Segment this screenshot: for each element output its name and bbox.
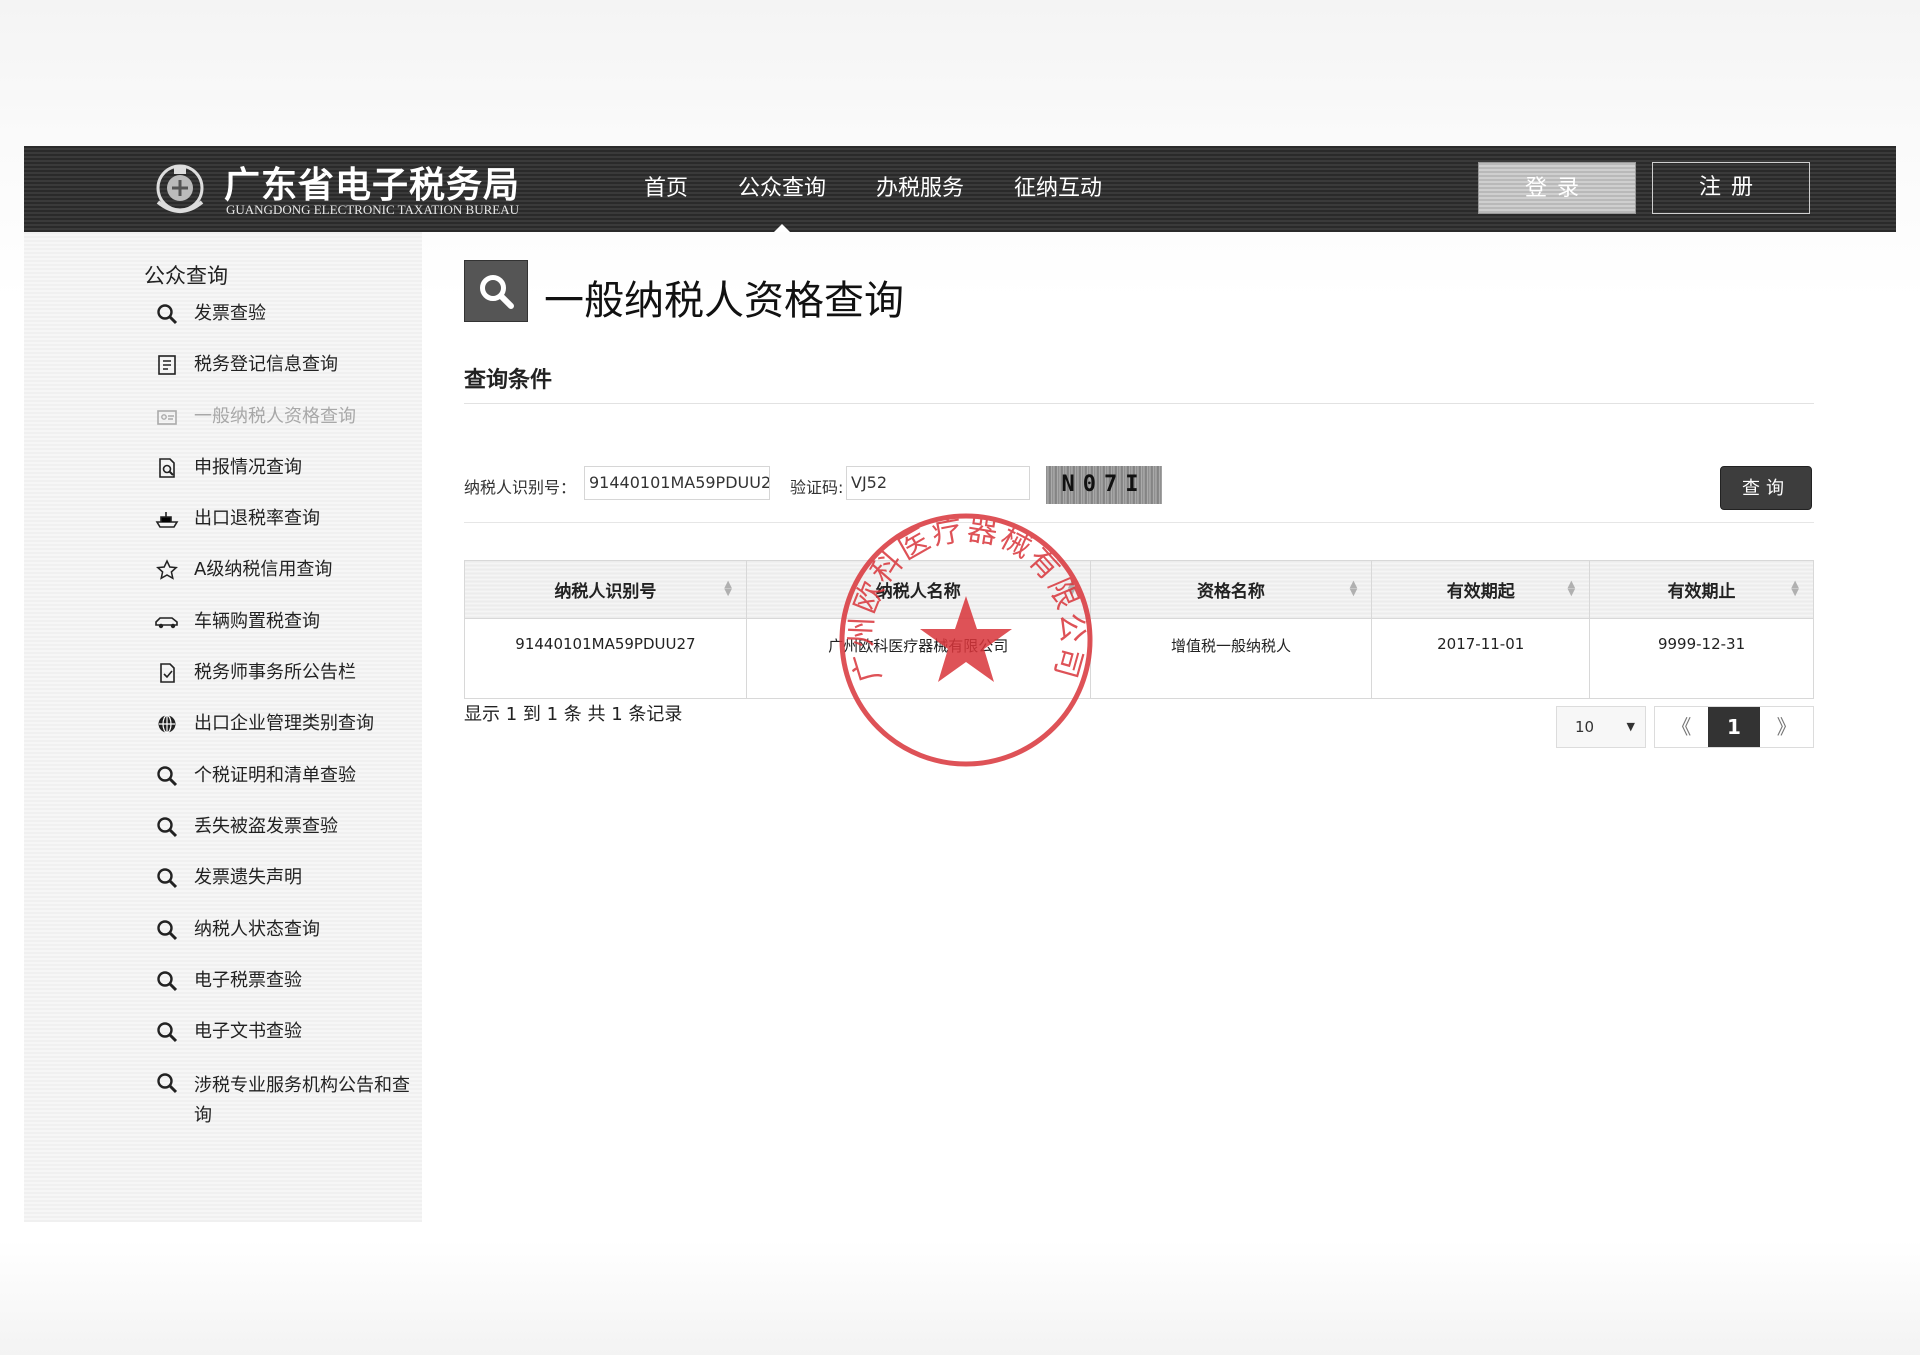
- sidebar-item-credit-query[interactable]: A级纳税信用查询: [154, 558, 424, 609]
- table-row: 91440101MA59PDUU27 广州欧科医疗器械有限公司 增值税一般纳税人…: [464, 618, 1814, 699]
- sidebar-item-label: 丢失被盗发票查验: [194, 815, 338, 837]
- sidebar-item-label: 税务师事务所公告栏: [194, 662, 356, 684]
- next-page-button[interactable]: 》: [1760, 707, 1813, 747]
- sidebar-item-lost-invoice-check[interactable]: 丢失被盗发票查验: [154, 815, 424, 866]
- star-icon: [154, 558, 180, 582]
- sidebar-item-agency-notice[interactable]: 税务师事务所公告栏: [154, 661, 424, 712]
- taxpayer-id-input[interactable]: 91440101MA59PDUU2: [584, 466, 770, 500]
- tax-emblem-icon: [156, 164, 204, 213]
- search-icon: [154, 764, 180, 788]
- sidebar-item-label: 税务登记信息查询: [194, 354, 338, 376]
- sidebar-item-label: 出口退税率查询: [194, 508, 320, 530]
- document-search-icon: [154, 456, 180, 480]
- sidebar-item-vehicle-tax-query[interactable]: 车辆购置税查询: [154, 610, 424, 661]
- login-button[interactable]: 登录: [1478, 162, 1636, 214]
- sidebar-item-invoice-check[interactable]: 发票查验: [154, 302, 424, 353]
- sort-icon: ▲ ▼: [724, 579, 732, 598]
- sidebar-item-label: 车辆购置税查询: [194, 610, 320, 632]
- sidebar-item-registration-query[interactable]: 税务登记信息查询: [154, 353, 424, 404]
- sidebar-item-label: 电子文书查验: [194, 1021, 302, 1043]
- sidebar-item-general-taxpayer-query[interactable]: 一般纳税人资格查询: [154, 405, 424, 456]
- nav-tax-service[interactable]: 办税服务: [876, 146, 964, 232]
- search-icon: [154, 866, 180, 890]
- sidebar-title: 公众查询: [144, 264, 228, 288]
- sidebar-item-iit-certificate-check[interactable]: 个税证明和清单查验: [154, 764, 424, 815]
- search-icon: [154, 1071, 180, 1095]
- captcha-image[interactable]: N07I: [1046, 466, 1162, 504]
- sidebar-item-label: 发票遗失声明: [194, 867, 302, 889]
- prev-page-button[interactable]: 《: [1655, 707, 1708, 747]
- nav-public-query[interactable]: 公众查询: [738, 146, 826, 232]
- sidebar-item-export-rebate-query[interactable]: 出口退税率查询: [154, 507, 424, 558]
- taxpayer-id-label: 纳税人识别号：: [464, 478, 577, 497]
- sidebar-item-label: 涉税专业服务机构公告和查询: [194, 1075, 410, 1127]
- sort-icon: ▲ ▼: [1349, 579, 1358, 598]
- cell-taxpayer-id: 91440101MA59PDUU27: [464, 618, 747, 699]
- column-header-valid-to[interactable]: 有效期止 ▲ ▼: [1589, 560, 1814, 619]
- magnifier-icon: [480, 275, 514, 309]
- page-size-select[interactable]: 10 ▼: [1556, 706, 1646, 748]
- sidebar-item-e-tax-receipt-check[interactable]: 电子税票查验: [154, 969, 424, 1020]
- chevron-down-icon: ▼: [1626, 720, 1635, 733]
- column-header-valid-from[interactable]: 有效期起 ▲ ▼: [1371, 560, 1591, 619]
- record-summary: 显示 1 到 1 条 共 1 条记录: [464, 704, 683, 725]
- column-header-qualification[interactable]: 资格名称 ▲ ▼: [1089, 560, 1373, 619]
- sidebar-item-label: A级纳税信用查询: [194, 559, 333, 581]
- sidebar-item-invoice-loss-statement[interactable]: 发票遗失声明: [154, 866, 424, 917]
- query-page-icon: [464, 260, 528, 322]
- pagination: 《 1 》: [1654, 706, 1814, 748]
- cell-valid-to: 9999-12-31: [1589, 618, 1814, 699]
- site-title: 广东省电子税务局: [224, 165, 521, 206]
- car-icon: [154, 610, 180, 634]
- cell-qualification: 增值税一般纳税人: [1089, 618, 1373, 699]
- page-title: 一般纳税人资格查询: [544, 278, 904, 324]
- sidebar-item-label: 纳税人状态查询: [194, 918, 320, 940]
- current-page-button[interactable]: 1: [1707, 707, 1761, 747]
- nav-interaction[interactable]: 征纳互动: [1014, 146, 1102, 232]
- sidebar-item-export-category-query[interactable]: 出口企业管理类别查询: [154, 712, 424, 763]
- nav-home[interactable]: 首页: [644, 146, 688, 232]
- sidebar-item-declaration-query[interactable]: 申报情况查询: [154, 456, 424, 507]
- divider: [464, 522, 1814, 523]
- sidebar-item-label: 个税证明和清单查验: [194, 764, 356, 786]
- query-button[interactable]: 查询: [1720, 466, 1812, 510]
- sidebar-item-label: 发票查验: [194, 303, 266, 324]
- ship-icon: [154, 507, 180, 531]
- sidebar-item-e-document-check[interactable]: 电子文书查验: [154, 1020, 424, 1071]
- sidebar-list: 发票查验 税务登记信息查询 一般纳税人资格查询 申报情况查询 出口退税率查询 A…: [154, 302, 424, 1141]
- search-icon: [154, 302, 180, 326]
- sidebar-item-label: 出口企业管理类别查询: [194, 713, 374, 735]
- table-header-row: 纳税人识别号 ▲ ▼ 纳税人名称 ▲ ▼ 资格名称 ▲ ▼ 有效期起 ▲ ▼ 有效期止 ▲ ▼: [464, 560, 1814, 619]
- divider: [464, 403, 1814, 404]
- seal-star-icon: [920, 596, 1012, 682]
- search-icon: [154, 1020, 180, 1044]
- sidebar-item-service-agency-notice[interactable]: 涉税专业服务机构公告和查询: [154, 1071, 424, 1141]
- search-icon: [154, 969, 180, 993]
- sidebar: 公众查询 发票查验 税务登记信息查询 一般纳税人资格查询 申报情况查询 出口退税…: [24, 232, 422, 1222]
- sidebar-item-label: 一般纳税人资格查询: [194, 405, 356, 427]
- site-subtitle: GUANGDONG ELECTRONIC TAXATION BUREAU: [226, 202, 520, 217]
- register-button[interactable]: 注册: [1652, 162, 1810, 214]
- column-header-taxpayer-id[interactable]: 纳税人识别号 ▲ ▼: [464, 560, 747, 619]
- company-seal-stamp: 广州欧科医疗器械有限公司: [839, 512, 1093, 767]
- page-size-value: 10: [1575, 718, 1595, 736]
- sidebar-item-label: 申报情况查询: [194, 456, 302, 478]
- search-icon: [154, 815, 180, 839]
- captcha-label: 验证码:: [790, 478, 844, 497]
- id-card-icon: [154, 405, 180, 429]
- main-nav: 首页 公众查询 办税服务 征纳互动: [644, 146, 1152, 232]
- sort-icon: ▲ ▼: [1567, 579, 1576, 598]
- results-table: 纳税人识别号 ▲ ▼ 纳税人名称 ▲ ▼ 资格名称 ▲ ▼ 有效期起 ▲ ▼ 有效期止 ▲ ▼ 91…: [464, 560, 1814, 699]
- query-conditions-title: 查询条件: [464, 368, 553, 393]
- globe-icon: [154, 712, 180, 736]
- notice-icon: [154, 661, 180, 685]
- register-icon: [154, 353, 180, 377]
- search-icon: [154, 918, 180, 942]
- cell-valid-from: 2017-11-01: [1371, 618, 1591, 699]
- sidebar-item-taxpayer-status-query[interactable]: 纳税人状态查询: [154, 918, 424, 969]
- sidebar-item-label: 电子税票查验: [194, 969, 302, 991]
- sort-icon: ▲ ▼: [1791, 579, 1799, 598]
- top-header: 广东省电子税务局 GUANGDONG ELECTRONIC TAXATION B…: [24, 146, 1896, 232]
- captcha-input[interactable]: VJ52: [846, 466, 1030, 500]
